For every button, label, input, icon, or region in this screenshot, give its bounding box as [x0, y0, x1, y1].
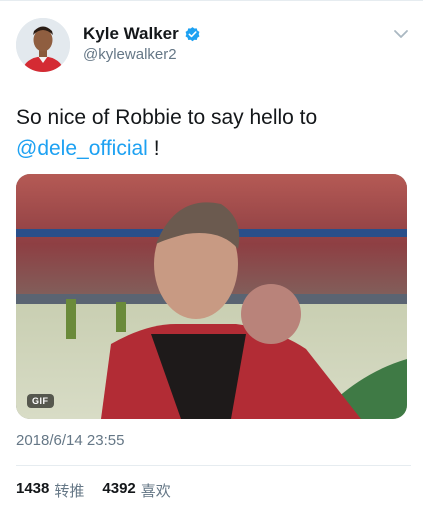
gif-preview-image [16, 174, 407, 419]
verified-badge-icon [185, 26, 200, 41]
avatar[interactable] [16, 18, 70, 72]
author-handle[interactable]: @kylewalker2 [83, 46, 177, 63]
avatar-image [16, 18, 70, 72]
tweet-timestamp[interactable]: 2018/6/14 23:55 [16, 432, 124, 449]
tweet-body: So nice of Robbie to say hello to [16, 106, 318, 129]
chevron-down-icon[interactable] [393, 29, 409, 39]
retweet-count[interactable]: 1438 [16, 480, 49, 501]
author-name[interactable]: Kyle Walker [83, 24, 179, 44]
gif-badge: GIF [27, 394, 54, 408]
tweet-text: So nice of Robbie to say hello to @dele_… [16, 102, 411, 164]
tweet-media-gif[interactable]: GIF [16, 174, 407, 419]
stats-spacer [89, 480, 97, 501]
like-label[interactable]: 喜欢 [141, 480, 171, 501]
display-name[interactable]: Kyle Walker [83, 24, 201, 44]
retweet-label[interactable]: 转推 [54, 480, 84, 501]
tweet-text-end: ! [147, 137, 160, 160]
divider [16, 465, 411, 466]
like-count[interactable]: 4392 [102, 480, 135, 501]
top-divider [0, 0, 423, 1]
tweet-stats: 1438 转推 4392 喜欢 [16, 480, 171, 501]
mention-link[interactable]: @dele_official [16, 137, 148, 160]
